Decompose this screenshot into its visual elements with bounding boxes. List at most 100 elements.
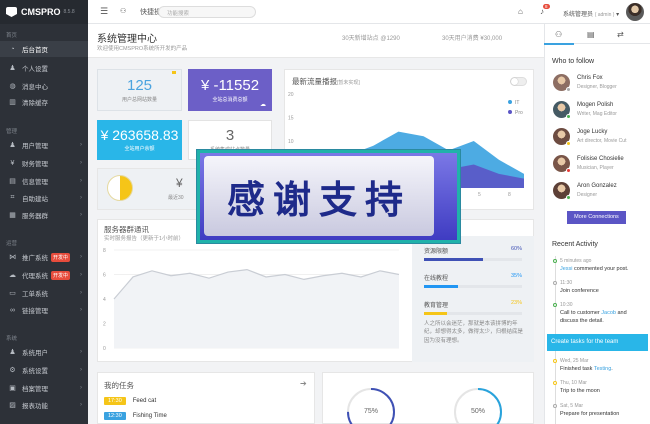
chevron-right-icon: › — [80, 160, 82, 166]
task-time: 12:30 — [104, 412, 126, 420]
user-menu[interactable]: 系统管理员 ( admin ) ▾ — [563, 9, 619, 18]
timeline-dot — [553, 381, 557, 385]
activity-text-post: . — [611, 366, 613, 372]
activity-text-pre: Finished task — [560, 366, 594, 372]
sidebar-item-label: 财务管理 — [22, 161, 48, 168]
logo-name: CMSPRO — [21, 7, 61, 17]
sidebar-item-label: 清除缓存 — [22, 100, 48, 107]
stat-card-sites[interactable]: 125 用户总网站数量 — [97, 69, 182, 111]
sidebar-item-6[interactable]: ▤ 信息管理 › — [0, 173, 88, 189]
person-name: Folisise Chosielie — [577, 156, 624, 162]
activity-link[interactable]: Jessi — [560, 266, 573, 272]
timeline-dot — [553, 359, 557, 363]
follow-person[interactable]: Joge Lucky Art director, Movie Cut — [551, 126, 646, 148]
activity-text: Prepare for presentation — [560, 411, 646, 419]
logo[interactable]: CMSPRO 8.5.8 — [0, 0, 88, 24]
sidebar-item-12[interactable]: ∞ 链接管理 › — [0, 302, 88, 318]
activity-text-pre: Trip to the moon — [560, 388, 600, 394]
gauge-value: 75% — [363, 408, 378, 415]
arrow-circle-icon[interactable]: ➔ — [300, 379, 307, 388]
y-tick-label: 4 — [103, 297, 106, 303]
follow-person[interactable]: Mogen Polish Writer, Mag Editor — [551, 99, 646, 121]
person-name: Joge Lucky — [577, 129, 608, 135]
more-connections-button[interactable]: More Connections — [567, 211, 626, 224]
traffic-toggle[interactable] — [510, 77, 527, 86]
sidebar-item-10[interactable]: ☁ 代理系统 开发中 › — [0, 267, 88, 283]
sitemap-icon: ⌗ — [10, 194, 15, 201]
sidebar-item-4[interactable]: ♟ 用户管理 › — [0, 137, 88, 153]
stat-card-balance[interactable]: ¥ 263658.83 全站用户余额 — [97, 120, 182, 160]
stat-label: 最近30 — [168, 195, 184, 201]
ticket-icon: ▭ — [9, 290, 16, 297]
sidebar-item-5[interactable]: ¥ 财务管理 › — [0, 155, 88, 171]
banner-text: 感谢支持 — [226, 177, 411, 222]
chevron-right-icon: › — [80, 272, 82, 278]
activity-time: Sat, 5 Mar — [560, 403, 584, 409]
sidebar-item-2[interactable]: ◍ 消息中心 — [0, 78, 88, 94]
menu-toggle-icon[interactable]: ☰ — [100, 6, 108, 17]
search-input[interactable]: 功能搜索 — [158, 6, 256, 18]
activity-item: 5 minutes ago Jessi commented your post. — [560, 258, 646, 274]
gauge-1 — [454, 388, 502, 424]
stat-value: 3 — [225, 126, 235, 144]
sidebar-item-label: 用户管理 — [22, 143, 48, 150]
stat-label: 用户总网站数量 — [121, 96, 157, 103]
activity-link[interactable]: Testing — [594, 366, 611, 372]
y-tick-label: 20 — [288, 92, 294, 98]
avatar[interactable] — [626, 3, 644, 21]
task-item[interactable]: 17:30 Feed cat — [104, 397, 156, 405]
tab-people-icon[interactable]: ⚇ — [555, 30, 562, 39]
chevron-right-icon: › — [80, 142, 82, 148]
sidebar-item-8[interactable]: ▦ 服务器群 › — [0, 207, 88, 223]
sidebar-item-14[interactable]: ⚙ 系统设置 › — [0, 362, 88, 378]
sidebar-item-label: 档案管理 — [22, 386, 48, 393]
sidebar-item-label: 报表功能 — [22, 403, 48, 410]
sidebar-item-13[interactable]: ♟ 系统用户 › — [0, 344, 88, 360]
activity-text-pre: Join conference — [560, 288, 599, 294]
follow-person[interactable]: Folisise Chosielie Musician, Player — [551, 153, 646, 175]
tab-chat-icon[interactable]: ▤ — [587, 30, 595, 39]
progress-note: 人之所以会迷茫，那就是本该拼博的年纪，却想得太多，做得太少，归根结底是因为没有理… — [424, 321, 524, 344]
activity-link[interactable]: Jacob — [601, 310, 616, 316]
create-tasks-button[interactable]: Create tasks for the team — [547, 334, 648, 351]
series-area — [114, 269, 399, 348]
chart-icon: ▨ — [9, 402, 16, 409]
sidebar-section-label: 管理 — [6, 129, 18, 135]
task-text: Fishing Time — [132, 413, 167, 419]
follow-person[interactable]: Chris Fox Designer, Blogger — [551, 72, 646, 94]
sidebar-item-3[interactable]: ▥ 清除缓存 — [0, 94, 88, 110]
task-time: 17:30 — [104, 397, 126, 405]
sidebar-item-11[interactable]: ▭ 工单系统 › — [0, 285, 88, 301]
sidebar-item-0[interactable]: ◔ 后台首页 — [0, 41, 88, 57]
y-tick-label: 10 — [288, 139, 294, 145]
sidebar-item-label: 链接管理 — [22, 308, 48, 315]
home-icon[interactable]: ⌂ — [518, 7, 523, 16]
sidebar-item-15[interactable]: ▣ 档案管理 › — [0, 380, 88, 396]
sidebar-item-7[interactable]: ⌗ 自助建站 › — [0, 190, 88, 206]
banner-label-box: 感谢支持 — [204, 156, 434, 236]
tab-exchange-icon[interactable]: ⇄ — [617, 30, 624, 39]
timeline-dot — [553, 259, 557, 263]
user-outline-icon[interactable]: ⚇ — [120, 7, 126, 15]
activity-text-post: commented your post. — [572, 266, 629, 272]
stat-label: 全站总消费总额 — [212, 96, 248, 103]
activity-time: 11:30 — [560, 280, 573, 286]
activity-text: Call to customer Jacob and discuss the d… — [560, 310, 646, 325]
sidebar-item-1[interactable]: ♟ 个人设置 — [0, 60, 88, 76]
stat-value: ¥ -11552 — [200, 76, 260, 94]
sidebar-item-16[interactable]: ▨ 报表功能 › — [0, 397, 88, 413]
follow-person[interactable]: Aron Gonzalez Designer — [551, 180, 646, 202]
activity-time: 5 minutes ago — [560, 258, 592, 264]
sidebar-item-9[interactable]: ⋈ 推广系统 开发中 › — [0, 249, 88, 265]
chevron-right-icon: › — [80, 178, 82, 184]
sidebar-item-label: 推广系统 — [22, 255, 48, 262]
task-item[interactable]: 12:30 Fishing Time — [104, 412, 167, 420]
person-role: Writer, Mag Editor — [577, 111, 617, 117]
timeline-dot — [553, 404, 557, 408]
pie-icon — [107, 175, 133, 201]
notification-badge: 8 — [543, 4, 550, 9]
activity-item: 10:30 Call to customer Jacob and discuss … — [560, 302, 646, 325]
sidebar-item-label: 代理系统 — [22, 273, 48, 280]
stat-label: 全站用户余额 — [124, 146, 155, 152]
activity-item: Thu, 10 Mar Trip to the moon — [560, 380, 646, 396]
